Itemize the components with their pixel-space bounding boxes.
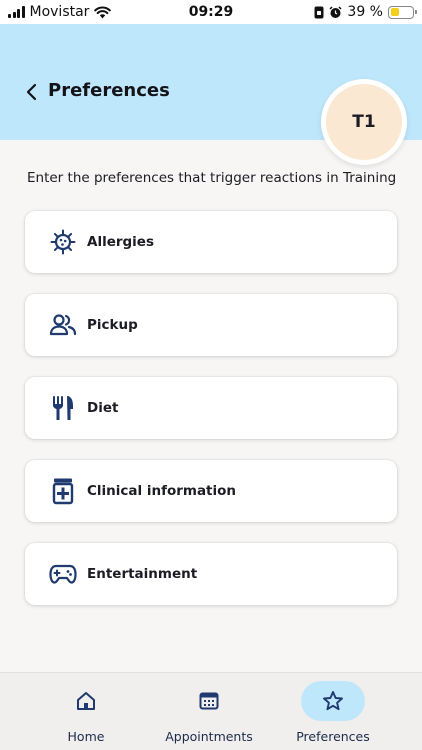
wifi-icon bbox=[94, 5, 112, 18]
tab-label: Home bbox=[67, 729, 105, 744]
preference-label: Pickup bbox=[87, 317, 138, 333]
preference-card-clinical-information[interactable]: Clinical information bbox=[25, 460, 397, 522]
battery-icon bbox=[388, 5, 417, 19]
status-bar: Movistar 09:29 39 % bbox=[0, 0, 422, 24]
intro-text: Enter the preferences that trigger react… bbox=[27, 170, 397, 186]
battery-fill bbox=[390, 8, 399, 16]
tab-label: Preferences bbox=[296, 729, 370, 744]
tab-preferences-pill bbox=[301, 681, 365, 721]
preference-label: Diet bbox=[87, 400, 119, 416]
people-icon bbox=[49, 311, 77, 339]
chevron-left-icon bbox=[26, 83, 37, 101]
virus-icon bbox=[49, 228, 77, 256]
star-icon bbox=[323, 691, 343, 711]
tab-home[interactable]: Home bbox=[16, 673, 156, 750]
back-button[interactable] bbox=[20, 80, 42, 104]
tab-home-pill bbox=[54, 681, 118, 721]
tab-label: Appointments bbox=[165, 729, 253, 744]
preference-card-pickup[interactable]: Pickup bbox=[25, 294, 397, 356]
tab-bar: Home Appointments Preferences bbox=[0, 672, 422, 750]
medicine-jar-icon bbox=[49, 477, 77, 505]
status-right: 39 % bbox=[314, 4, 417, 20]
status-left: Movistar bbox=[8, 4, 112, 20]
calendar-icon bbox=[199, 692, 219, 710]
preference-card-diet[interactable]: Diet bbox=[25, 377, 397, 439]
gamepad-icon bbox=[49, 560, 77, 588]
carrier-name: Movistar bbox=[29, 4, 90, 20]
tab-preferences[interactable]: Preferences bbox=[263, 673, 403, 750]
avatar-ring[interactable]: T1 bbox=[321, 79, 407, 165]
cutlery-icon bbox=[49, 394, 77, 422]
preference-card-entertainment[interactable]: Entertainment bbox=[25, 543, 397, 605]
page-title: Preferences bbox=[48, 80, 170, 101]
signal-icon bbox=[8, 6, 25, 18]
preference-label: Allergies bbox=[87, 234, 154, 250]
preference-card-allergies[interactable]: Allergies bbox=[25, 211, 397, 273]
preference-label: Entertainment bbox=[87, 566, 198, 582]
tab-appointments[interactable]: Appointments bbox=[139, 673, 279, 750]
screen-lock-icon bbox=[314, 6, 324, 18]
battery-percentage: 39 % bbox=[347, 4, 383, 20]
preference-label: Clinical information bbox=[87, 483, 237, 499]
alarm-icon bbox=[329, 5, 342, 18]
avatar[interactable]: T1 bbox=[326, 84, 402, 160]
tab-appointments-pill bbox=[177, 681, 241, 721]
home-icon bbox=[77, 692, 95, 710]
